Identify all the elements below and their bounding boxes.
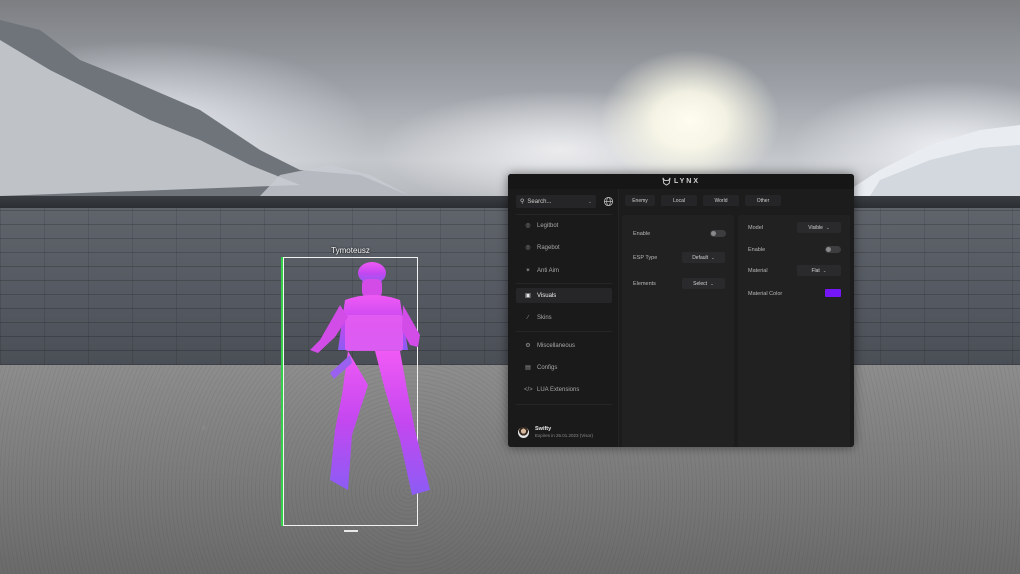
search-input[interactable]: ⚲ Search... ⌄ [516, 195, 596, 208]
code-icon: </> [524, 386, 533, 393]
search-icon: ⚲ [520, 199, 525, 205]
chevron-down-icon: ⌄ [587, 198, 592, 205]
save-icon: ▤ [525, 365, 531, 371]
nav-label: Ragebot [537, 244, 560, 251]
esp-type-label: ESP Type [633, 255, 658, 261]
nav-label: Legitbot [537, 222, 559, 229]
nav-label: Visuals [537, 292, 557, 299]
model-label: Model [748, 225, 763, 231]
nav-label: Anti Aim [537, 267, 560, 274]
tab-label: World [714, 197, 728, 204]
esp-player-name: Tymoteusz [331, 246, 370, 255]
category-tabs: Enemy Local World Other [625, 195, 781, 206]
mountains-left [0, 20, 410, 196]
nav-item-legitbot[interactable]: ◎ Legitbot [516, 218, 612, 233]
nav-label: LUA Extensions [537, 386, 580, 393]
brush-icon: ∕ [527, 314, 529, 321]
logo-text: LYNX [673, 178, 701, 185]
target-icon: ◎ [525, 245, 531, 251]
chevron-down-icon: ⌄ [711, 254, 715, 260]
material-label: Material [748, 268, 768, 274]
sidebar: ⚲ Search... ⌄ ◎ Legitbot ◎ Ragebot ✴ Ant… [508, 189, 619, 447]
material-color-label: Material Color [748, 291, 783, 297]
player-chams-model [310, 262, 430, 495]
globe-icon[interactable] [603, 196, 614, 207]
nav-item-ragebot[interactable]: ◎ Ragebot [516, 240, 612, 255]
divider [516, 283, 612, 284]
tab-label: Enemy [632, 197, 648, 204]
user-profile: Swifty Expires in 26.01.2023 (Visor) [518, 426, 593, 438]
nav-label: Configs [537, 364, 558, 371]
esp-enable-toggle[interactable] [710, 230, 726, 237]
search-placeholder: Search... [527, 198, 552, 205]
lynx-logo-icon [662, 177, 671, 186]
chevron-down-icon: ⌄ [710, 280, 714, 286]
esp-bottom-marker [344, 530, 358, 532]
model-dropdown[interactable]: Visible ⌄ [797, 222, 841, 233]
nav-label: Miscellaneous [537, 342, 576, 349]
chams-enable-label: Enable [748, 247, 766, 253]
material-value: Flat [811, 267, 820, 274]
tab-label: Other [756, 197, 770, 204]
enable-label: Enable [633, 231, 651, 237]
material-color-swatch[interactable] [825, 289, 841, 297]
tab-label: Local [673, 197, 685, 204]
avatar [518, 426, 529, 438]
divider [516, 214, 612, 215]
tab-other[interactable]: Other [745, 195, 781, 206]
model-value: Visible [808, 224, 823, 231]
gear-icon: ⚙ [525, 343, 531, 349]
mountains-right [840, 125, 1020, 196]
image-icon: ▣ [525, 293, 531, 299]
chevron-down-icon: ⌄ [825, 224, 830, 230]
elements-label: Elements [633, 281, 656, 287]
subscription-expiry: Expires in 26.01.2023 (Visor) [535, 433, 593, 438]
nav-item-lua-extensions[interactable]: </> LUA Extensions [516, 382, 612, 397]
chams-enable-toggle[interactable] [825, 246, 841, 253]
nav-item-miscellaneous[interactable]: ⚙ Miscellaneous [516, 338, 612, 353]
elements-value: Select [693, 280, 708, 287]
chevron-down-icon: ⌄ [822, 267, 827, 273]
nav-item-skins[interactable]: ∕ Skins [516, 310, 612, 325]
divider [516, 404, 612, 405]
arrows-icon: ✴ [525, 268, 531, 274]
nav-item-visuals[interactable]: ▣ Visuals [516, 288, 612, 303]
tab-world[interactable]: World [703, 195, 739, 206]
tab-enemy[interactable]: Enemy [625, 195, 655, 206]
username: Swifty [535, 426, 552, 432]
tab-local[interactable]: Local [661, 195, 697, 206]
nav-item-anti-aim[interactable]: ✴ Anti Aim [516, 263, 612, 278]
esp-settings-panel: Enable ESP Type Default ⌄ Elements Selec… [622, 215, 734, 447]
esp-health-bar [281, 257, 283, 526]
esp-type-dropdown[interactable]: Default ⌄ [682, 252, 725, 263]
elements-dropdown[interactable]: Select ⌄ [682, 278, 725, 289]
crosshair-icon: ◎ [525, 223, 531, 229]
material-dropdown[interactable]: Flat ⌄ [797, 265, 841, 276]
menu-header: LYNX [508, 174, 854, 189]
nav-label: Skins [537, 314, 552, 321]
esp-type-value: Default [692, 254, 709, 261]
divider [516, 331, 612, 332]
chams-settings-panel: Model Visible ⌄ Enable Material Flat ⌄ M… [738, 215, 850, 447]
nav-item-configs[interactable]: ▤ Configs [516, 360, 612, 375]
cheat-menu-window: LYNX ⚲ Search... ⌄ ◎ Legitbot ◎ Ragebot … [508, 174, 854, 447]
